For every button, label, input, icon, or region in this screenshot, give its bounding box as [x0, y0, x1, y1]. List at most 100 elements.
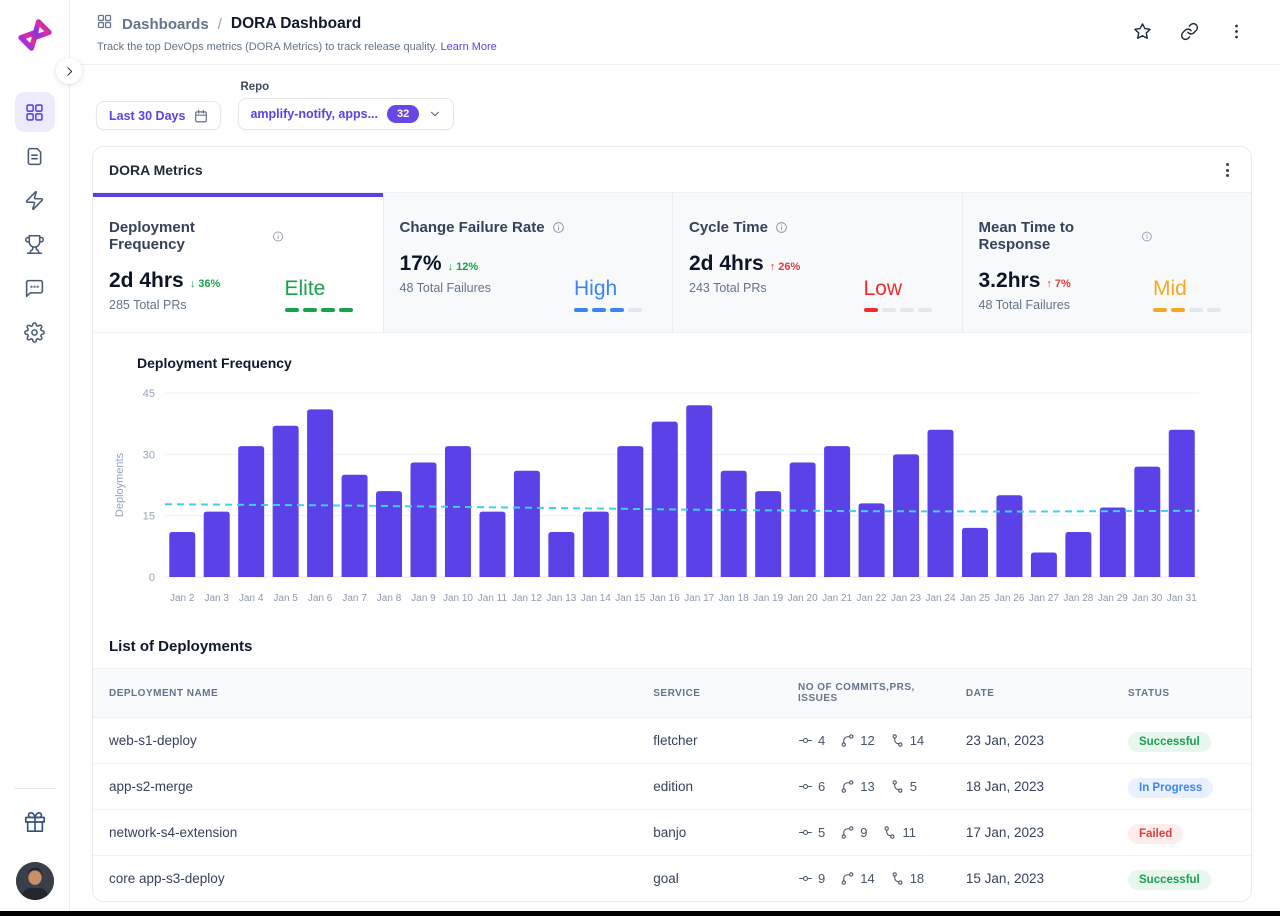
info-icon[interactable] — [775, 221, 788, 234]
svg-text:Jan 3: Jan 3 — [204, 593, 229, 604]
trophy-icon — [24, 234, 45, 254]
metric-rating: High — [574, 277, 618, 300]
repo-count-badge: 32 — [387, 105, 420, 123]
column-header: Deployment Name — [93, 668, 638, 718]
commit-icon — [799, 829, 812, 836]
service-name: fletcher — [637, 717, 782, 764]
deployment-name: core app-s3-deploy — [109, 871, 225, 886]
panel-menu-icon[interactable] — [1222, 161, 1233, 179]
chat-icon — [25, 279, 44, 297]
breadcrumb-section[interactable]: Dashboards — [122, 16, 209, 33]
chevron-right-icon — [66, 66, 72, 76]
chevron-down-icon — [431, 111, 440, 117]
pull-request-icon — [841, 872, 854, 885]
filter-bar: Last 30 Days Repo amplify-notify, apps..… — [70, 65, 1280, 130]
metric-title: Change Failure Rate — [399, 219, 545, 236]
date-range-button[interactable]: Last 30 Days — [96, 101, 222, 130]
app-logo — [17, 19, 52, 51]
metric-subtext: 285 Total PRs — [109, 298, 187, 312]
metric-card-change-failure-rate[interactable]: Change Failure Rate 17% ↓ 12% 48 Total F… — [382, 193, 672, 332]
metric-card-cycle-time[interactable]: Cycle Time 2d 4hrs ↑ 26% 243 Total PRs L… — [672, 193, 962, 332]
issue-count: 11 — [902, 825, 916, 840]
svg-text:Jan 4: Jan 4 — [239, 593, 264, 604]
deployment-date: 23 Jan, 2023 — [949, 717, 1113, 764]
star-icon[interactable] — [1133, 22, 1152, 41]
breadcrumb: Dashboards / DORA Dashboard — [96, 13, 1250, 35]
info-icon[interactable] — [1141, 230, 1153, 243]
svg-text:Jan 15: Jan 15 — [615, 593, 645, 604]
metric-card-mean-time-to-response[interactable]: Mean Time to Response 3.2hrs ↑ 7% 48 Tot… — [961, 193, 1251, 332]
sidebar-item-achievements[interactable] — [15, 224, 55, 264]
sidebar-bottom — [0, 788, 69, 916]
svg-text:Jan 8: Jan 8 — [377, 593, 402, 604]
metric-rating-meter — [574, 308, 642, 312]
file-icon — [27, 147, 42, 165]
metric-rating-meter — [1153, 308, 1221, 312]
svg-text:Jan 5: Jan 5 — [273, 593, 298, 604]
sidebar-item-documents[interactable] — [15, 136, 55, 176]
svg-text:45: 45 — [143, 388, 155, 400]
gear-icon — [24, 321, 45, 343]
status-badge: In Progress — [1128, 778, 1214, 798]
sidebar-item-dashboards[interactable] — [14, 92, 55, 132]
commit-count: 4 — [818, 733, 826, 748]
issue-count: 14 — [909, 733, 925, 748]
chart-bars — [169, 405, 1195, 577]
metric-card-deployment-frequency[interactable]: Deployment Frequency 2d 4hrs ↓ 36% 285 T… — [93, 193, 383, 332]
avatar-photo — [15, 862, 54, 900]
deployment-frequency-chart: 0153045DeploymentsJan 2 Jan 3 Jan 4 Jan 5 Ja… — [114, 388, 1200, 604]
avatar[interactable] — [15, 862, 54, 900]
deployments-table: Deployment Name Service No of Commits,PRs,… — [93, 668, 1251, 901]
chart-y-axis-label: Deployments — [114, 452, 126, 517]
table-row[interactable]: network-s4-extension banjo 5 9 11 17 Jan… — [93, 809, 1251, 856]
main-content: Dashboards / DORA Dashboard Track the to… — [70, 0, 1280, 916]
commits-prs-issues: 5 9 11 — [798, 825, 934, 840]
panel-header: DORA Metrics — [93, 147, 1251, 193]
page-header: Dashboards / DORA Dashboard Track the to… — [70, 0, 1280, 65]
svg-text:Jan 9: Jan 9 — [411, 593, 436, 604]
metric-value: 2d 4hrs — [109, 269, 184, 292]
table-row[interactable]: web-s1-deploy fletcher 4 12 14 23 Jan, 2… — [93, 717, 1251, 764]
rewards-button[interactable] — [24, 811, 46, 838]
lightning-icon — [25, 190, 44, 210]
column-header: Date — [949, 668, 1113, 718]
sidebar-collapse-button[interactable] — [56, 58, 82, 84]
sidebar-nav — [14, 92, 55, 352]
pr-count: 13 — [860, 779, 875, 794]
service-name: goal — [653, 871, 679, 886]
table-row[interactable]: core app-s3-deploy goal 9 14 18 15 Jan, … — [93, 856, 1251, 902]
issue-count: 18 — [909, 871, 925, 886]
chart-section: Deployment Frequency 0 15 30 45 Deployments J… — [93, 333, 1251, 622]
metric-subtext: 243 Total PRs — [689, 281, 767, 295]
metric-delta: ↓ 36% — [189, 278, 221, 290]
svg-text:Jan 2: Jan 2 — [170, 593, 195, 604]
metric-value: 2d 4hrs — [689, 252, 764, 275]
info-icon[interactable] — [272, 230, 284, 243]
svg-text:Jan 22: Jan 22 — [857, 593, 887, 604]
svg-text:Jan 24: Jan 24 — [925, 593, 955, 604]
repo-filter-group: Repo amplify-notify, apps... 32 — [238, 81, 455, 130]
svg-text:Jan 23: Jan 23 — [891, 593, 921, 604]
svg-text:30: 30 — [143, 449, 155, 461]
sidebar — [0, 0, 70, 916]
sidebar-item-settings[interactable] — [15, 312, 55, 352]
info-icon[interactable] — [552, 221, 565, 234]
sidebar-item-feedback[interactable] — [15, 268, 55, 308]
learn-more-link[interactable]: Learn More — [441, 41, 497, 53]
pull-request-icon — [841, 780, 854, 793]
kebab-menu-icon[interactable] — [1227, 22, 1246, 41]
repo-select[interactable]: amplify-notify, apps... 32 — [238, 98, 455, 130]
status-badge: Failed — [1128, 824, 1184, 844]
issue-count: 5 — [909, 779, 917, 794]
commit-count: 5 — [818, 825, 826, 840]
divider — [13, 788, 56, 789]
sidebar-item-activity[interactable] — [15, 180, 55, 220]
column-header: Status — [1112, 668, 1251, 718]
table-row[interactable]: app-s2-merge edition 6 13 5 18 Jan, 2023… — [93, 763, 1251, 810]
commit-icon — [799, 737, 812, 744]
link-icon[interactable] — [1180, 22, 1199, 41]
metric-title: Mean Time to Response — [978, 219, 1075, 253]
svg-text:Jan 31: Jan 31 — [1167, 593, 1197, 604]
svg-text:15: 15 — [143, 511, 155, 523]
dashboards-grid-icon — [96, 13, 113, 35]
